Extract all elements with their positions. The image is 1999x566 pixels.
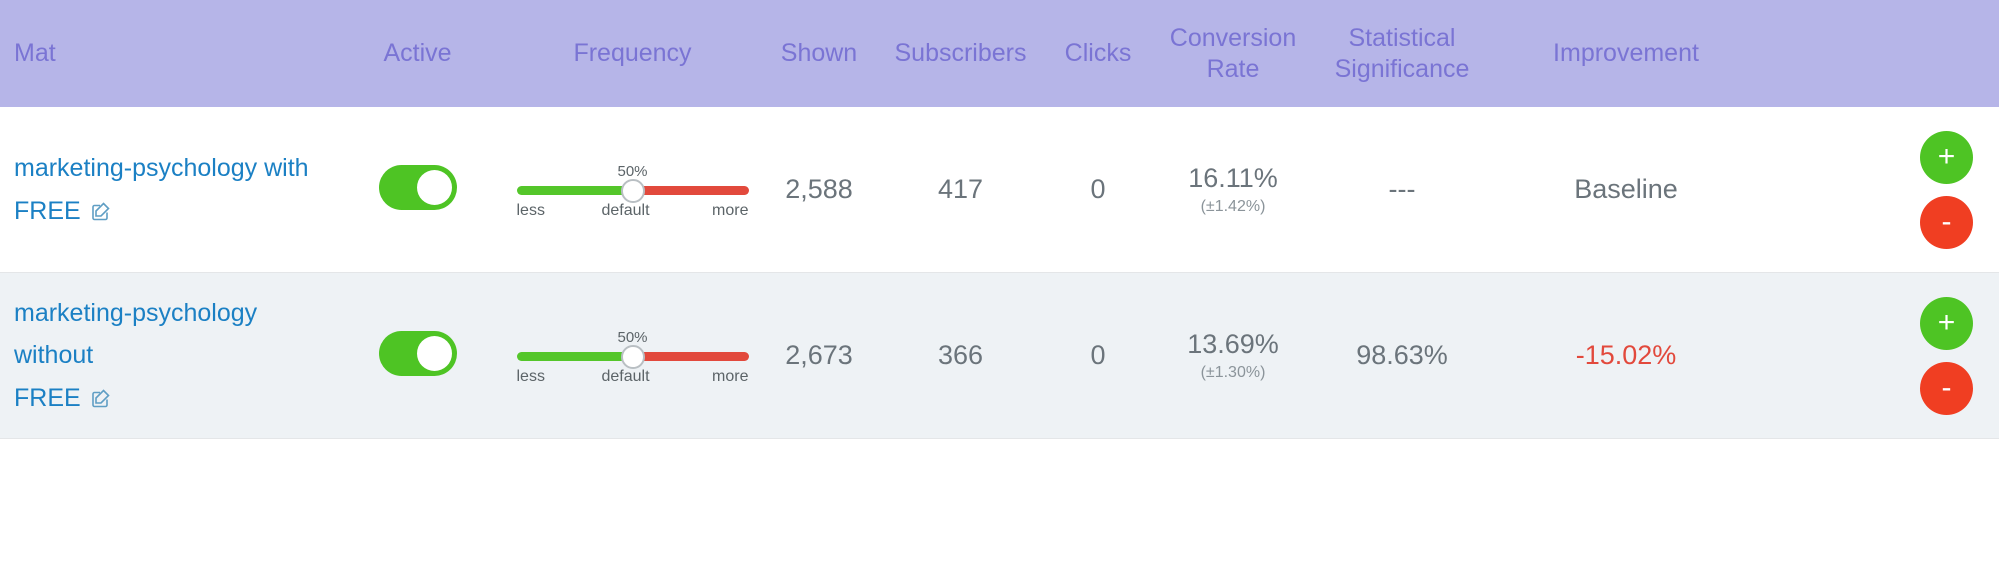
frequency-label-more: more [712,368,749,385]
shown-value: 2,673 [785,340,853,370]
subscribers-value: 417 [937,174,984,204]
frequency-knob[interactable] [620,178,645,203]
conversion-rate-line1: Conversion [1169,24,1297,52]
split-test-table: Mat Active Frequency Shown Subscribers C… [0,0,1999,439]
active-toggle[interactable] [378,330,457,376]
conversion-rate-margin: (±1.30%) [1200,364,1266,381]
frequency-label-default: default [601,202,650,219]
column-header-mat[interactable]: Mat [0,38,330,69]
column-header-shown[interactable]: Shown [760,38,878,69]
column-header-frequency[interactable]: Frequency [505,38,760,69]
statistical-significance-line1: Statistical [1348,24,1456,52]
edit-square-icon[interactable] [90,387,112,409]
statistical-significance-value: --- [1388,174,1416,204]
table-row: marketing-psychology without FREE 50% le… [0,273,1999,439]
mat-name-link-line2[interactable]: FREE [14,377,81,420]
active-toggle-cell [330,164,505,215]
conversion-rate-cell: 13.69% (±1.30%) [1153,329,1313,382]
edit-square-icon[interactable] [90,200,112,222]
frequency-cell: 50% less default more [505,159,760,220]
row-actions: + - [1920,130,1973,249]
clicks-value: 0 [1090,340,1106,370]
remove-variation-button[interactable]: - [1920,361,1973,415]
frequency-knob[interactable] [620,344,645,369]
frequency-slider[interactable]: 50% less default more [516,325,749,386]
frequency-label-less: less [516,202,545,219]
frequency-track[interactable] [516,178,749,203]
column-header-subscribers[interactable]: Subscribers [878,38,1043,69]
column-header-conversion-rate[interactable]: Conversion Rate [1153,23,1313,84]
toggle-knob [416,169,452,205]
statistical-significance-value: 98.63% [1356,340,1448,370]
conversion-rate-line2: Rate [1206,54,1260,83]
active-toggle[interactable] [378,164,457,210]
frequency-label-default: default [601,368,650,385]
frequency-slider[interactable]: 50% less default more [516,159,749,220]
table-header-row: Mat Active Frequency Shown Subscribers C… [0,0,1999,107]
active-toggle-cell [330,330,505,381]
shown-value: 2,588 [785,174,853,204]
subscribers-value: 366 [937,340,984,370]
improvement-value: Baseline [1574,174,1678,204]
mat-name-line2-wrap: FREE [14,377,330,420]
frequency-scale-labels: less default more [517,368,749,386]
conversion-rate-value: 16.11% [1188,163,1278,193]
mat-name-link-line1[interactable]: marketing-psychology with [14,154,309,182]
frequency-scale-labels: less default more [517,202,749,220]
mat-name-line2-wrap: FREE [14,190,330,233]
mat-name-cell: marketing-psychology without FREE [0,292,330,420]
frequency-cell: 50% less default more [505,325,760,386]
row-actions: + - [1920,296,1973,415]
mat-name-cell: marketing-psychology with FREE [0,147,330,232]
column-header-active[interactable]: Active [330,38,505,69]
add-variation-button[interactable]: + [1920,130,1973,184]
mat-name-link-line1[interactable]: marketing-psychology without [14,299,257,370]
improvement-value: -15.02% [1575,340,1677,370]
frequency-label-more: more [712,202,749,219]
conversion-rate-value: 13.69% [1187,329,1279,359]
remove-variation-button[interactable]: - [1920,195,1973,249]
table-row: marketing-psychology with FREE 50% less … [0,107,1999,273]
column-header-improvement[interactable]: Improvement [1491,38,1761,69]
frequency-value-label: 50% [617,329,648,346]
clicks-value: 0 [1090,174,1106,204]
frequency-label-less: less [516,368,545,385]
column-header-statistical-significance[interactable]: Statistical Significance [1313,23,1491,84]
conversion-rate-cell: 16.11% (±1.42%) [1153,163,1313,216]
mat-name-link-line2[interactable]: FREE [14,190,81,233]
add-variation-button[interactable]: + [1920,296,1973,350]
frequency-track[interactable] [516,344,749,369]
frequency-value-label: 50% [617,163,648,180]
toggle-knob [416,335,452,371]
conversion-rate-margin: (±1.42%) [1200,198,1266,215]
statistical-significance-line2: Significance [1334,54,1470,83]
column-header-clicks[interactable]: Clicks [1043,38,1153,69]
